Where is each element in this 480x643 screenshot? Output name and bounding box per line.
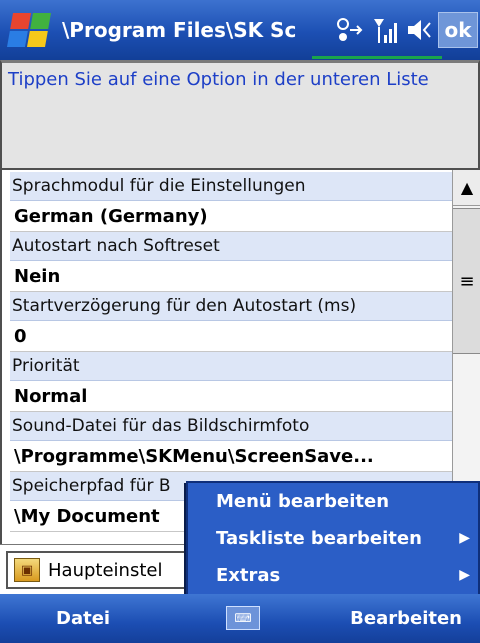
menu-item-taskliste-bearbeiten[interactable]: Taskliste bearbeiten ▶ bbox=[188, 520, 478, 557]
signal-strength-icon[interactable] bbox=[372, 15, 398, 45]
setting-value[interactable]: German (Germany) bbox=[10, 201, 452, 232]
keyboard-icon[interactable]: ⌨ bbox=[226, 606, 260, 630]
setting-value[interactable]: Nein bbox=[10, 261, 452, 292]
setting-label[interactable]: Sound-Datei für das Bildschirmfoto bbox=[10, 412, 452, 441]
title-underline bbox=[312, 56, 442, 59]
menu-item-label: Extras bbox=[216, 565, 281, 586]
edit-popup-menu: Menü bearbeiten Taskliste bearbeiten ▶ E… bbox=[186, 481, 480, 597]
start-button[interactable] bbox=[0, 0, 58, 60]
submenu-arrow-icon: ▶ bbox=[459, 530, 470, 546]
setting-value[interactable]: \Programme\SKMenu\ScreenSave... bbox=[10, 441, 452, 472]
ok-button[interactable]: ok bbox=[438, 12, 478, 48]
setting-value[interactable]: Normal bbox=[10, 381, 452, 412]
title-bar: \Program Files\SK Sc ok bbox=[0, 0, 480, 60]
setting-label[interactable]: Priorität bbox=[10, 352, 452, 381]
combo-label: Haupteinstel bbox=[48, 559, 163, 581]
softkey-bar: Datei ⌨ Bearbeiten bbox=[0, 594, 480, 643]
settings-list-items: Sprachmodul für die Einstellungen German … bbox=[10, 172, 452, 532]
scroll-thumb[interactable]: ≡ bbox=[453, 208, 480, 354]
setting-value[interactable]: 0 bbox=[10, 321, 452, 352]
settings-folder-icon: ▣ bbox=[14, 558, 40, 582]
menu-item-menue-bearbeiten[interactable]: Menü bearbeiten bbox=[188, 483, 478, 520]
instruction-box: Tippen Sie auf eine Option in der untere… bbox=[0, 60, 480, 170]
status-icons bbox=[334, 0, 434, 60]
softkey-bearbeiten[interactable]: Bearbeiten bbox=[350, 594, 462, 643]
windows-flag-icon bbox=[7, 13, 51, 47]
setting-label[interactable]: Sprachmodul für die Einstellungen bbox=[10, 172, 452, 201]
menu-item-label: Taskliste bearbeiten bbox=[216, 528, 422, 549]
volume-icon[interactable] bbox=[406, 15, 434, 45]
scroll-up-button[interactable]: ▲ bbox=[453, 170, 480, 206]
submenu-arrow-icon: ▶ bbox=[459, 567, 470, 583]
window-title: \Program Files\SK Sc bbox=[62, 18, 297, 42]
menu-item-label: Menü bearbeiten bbox=[216, 491, 390, 512]
connectivity-icon[interactable] bbox=[334, 15, 364, 45]
softkey-datei[interactable]: Datei bbox=[56, 594, 110, 643]
setting-label[interactable]: Startverzögerung für den Autostart (ms) bbox=[10, 292, 452, 321]
setting-label[interactable]: Autostart nach Softreset bbox=[10, 232, 452, 261]
menu-item-extras[interactable]: Extras ▶ bbox=[188, 557, 478, 594]
